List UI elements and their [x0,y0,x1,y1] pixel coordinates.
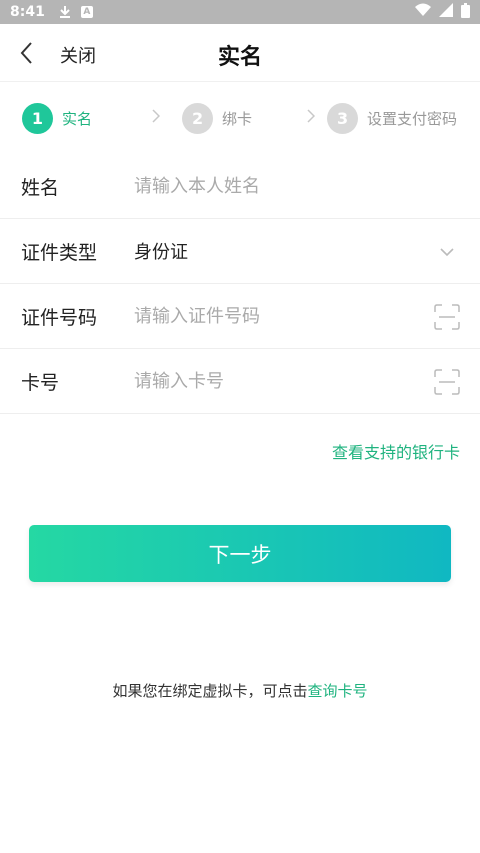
name-row: 姓名 [0,154,480,219]
step-3-label: 设置支付密码 [367,109,458,128]
status-bar: 8:41 A [0,0,480,24]
scan-icon[interactable] [434,369,460,395]
a-icon: A [80,6,93,18]
card-number-input[interactable] [134,370,414,392]
next-button[interactable]: 下一步 [29,525,451,582]
step-3: 3 设置支付密码 [327,102,458,134]
wifi-icon [415,3,431,21]
id-type-row[interactable]: 证件类型 身份证 [0,219,480,284]
chevron-right-icon [307,109,316,127]
step-1-label: 实名 [62,109,93,128]
close-button[interactable]: 关闭 [60,42,96,68]
query-card-number-link[interactable]: 查询卡号 [308,682,368,700]
status-time: 8:41 [10,4,45,20]
step-indicator: 1 实名 2 绑卡 3 设置支付密码 [0,82,480,154]
battery-icon [461,2,470,22]
id-number-label: 证件号码 [21,306,98,329]
signal-icon [439,3,453,21]
id-number-input[interactable] [134,305,414,327]
step-2-label: 绑卡 [222,109,253,128]
virtual-card-note: 如果您在绑定虚拟卡，可点击查询卡号 [0,680,480,701]
name-label: 姓名 [21,176,60,199]
step-1: 1 实名 [22,102,93,134]
id-type-label: 证件类型 [21,241,98,264]
chevron-right-icon [152,109,161,127]
identity-form: 姓名 证件类型 身份证 证件号码 卡号 [0,154,480,414]
name-input[interactable] [134,175,414,197]
card-number-label: 卡号 [21,371,60,394]
chevron-down-icon[interactable] [434,239,460,265]
scan-icon[interactable] [434,304,460,330]
footer-text: 如果您在绑定虚拟卡，可点击 [112,682,308,700]
step-2: 2 绑卡 [182,102,253,134]
id-type-value[interactable]: 身份证 [134,238,188,264]
step-3-number: 3 [327,102,359,134]
step-2-number: 2 [182,102,214,134]
back-button[interactable] [12,38,40,68]
supported-banks-link[interactable]: 查看支持的银行卡 [332,439,460,463]
download-icon [59,5,71,19]
step-1-number: 1 [22,102,53,134]
chevron-left-icon [20,42,32,64]
nav-bar: 关闭 实名 [0,24,480,82]
id-number-row: 证件号码 [0,284,480,349]
card-number-row: 卡号 [0,349,480,414]
